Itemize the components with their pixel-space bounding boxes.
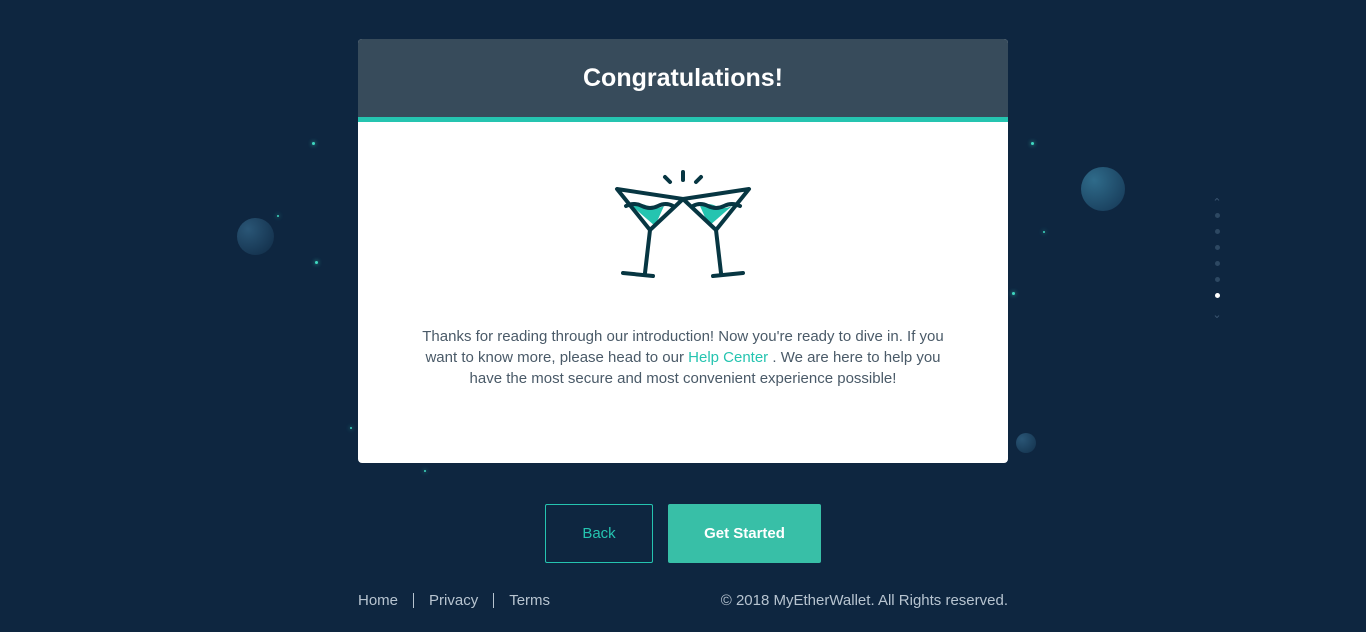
star-decoration <box>315 261 318 264</box>
star-decoration <box>312 142 315 145</box>
divider <box>413 593 415 608</box>
chevron-down-icon[interactable]: ⌄ <box>1210 309 1224 321</box>
star-decoration <box>350 427 352 429</box>
star-decoration <box>1031 142 1034 145</box>
modal-body: Thanks for reading through our introduct… <box>358 122 1008 463</box>
star-decoration <box>277 215 279 217</box>
modal-header: Congratulations! <box>358 39 1008 122</box>
chevron-up-icon[interactable]: ⌃ <box>1210 197 1224 209</box>
footer-link-home[interactable]: Home <box>358 592 398 609</box>
page-dot[interactable] <box>1214 213 1220 218</box>
page-dot-active[interactable] <box>1214 293 1220 298</box>
planet-decoration <box>1081 167 1125 211</box>
cheers-icon <box>615 170 751 278</box>
page-dot[interactable] <box>1214 245 1220 250</box>
intro-description: Thanks for reading through our introduct… <box>418 326 948 389</box>
page-dot[interactable] <box>1214 229 1220 234</box>
footer-link-privacy[interactable]: Privacy <box>429 592 478 609</box>
get-started-button[interactable]: Get Started <box>668 504 821 563</box>
star-decoration <box>1012 292 1015 295</box>
page-indicator: ⌃ ⌄ <box>1210 197 1224 321</box>
page-dot[interactable] <box>1214 277 1220 282</box>
planet-decoration <box>1016 433 1036 453</box>
star-decoration <box>424 470 426 472</box>
footer-links: Home Privacy Terms <box>358 592 550 609</box>
modal-title: Congratulations! <box>583 63 783 92</box>
help-center-link[interactable]: Help Center <box>688 349 768 366</box>
page-dot[interactable] <box>1214 261 1220 266</box>
copyright-text: © 2018 MyEtherWallet. All Rights reserve… <box>720 592 1008 609</box>
star-decoration <box>1043 231 1045 233</box>
divider <box>493 593 495 608</box>
congratulations-modal: Congratulations! Thanks for reading thro… <box>358 39 1008 463</box>
planet-decoration <box>237 218 274 255</box>
footer: Home Privacy Terms © 2018 MyEtherWallet.… <box>358 592 1008 612</box>
footer-link-terms[interactable]: Terms <box>509 592 550 609</box>
back-button[interactable]: Back <box>545 504 653 563</box>
